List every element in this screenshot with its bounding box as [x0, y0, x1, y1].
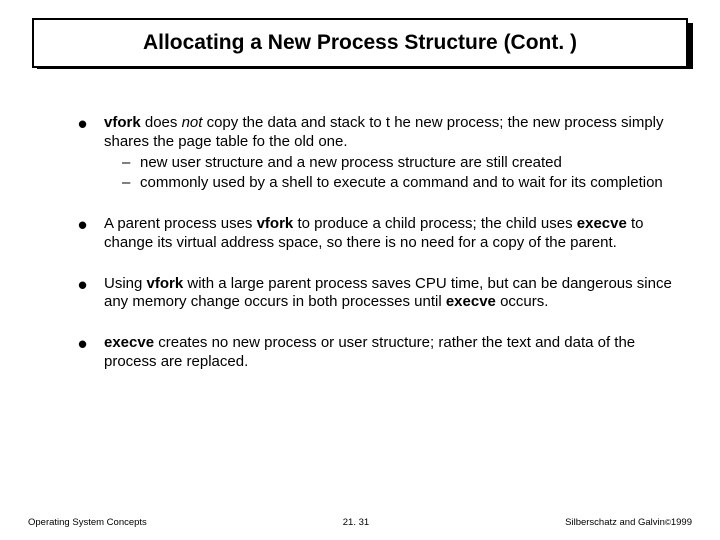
text: creates no new process or user structure… — [104, 334, 635, 370]
bullet-3: Using vfork with a large parent process … — [78, 275, 674, 313]
bullet-4: execve creates no new process or user st… — [78, 334, 674, 372]
text: Using — [104, 275, 147, 292]
sub-list: new user structure and a new process str… — [122, 154, 674, 194]
italic-not: not — [182, 114, 203, 131]
text: with a large parent process saves CPU ti… — [104, 275, 672, 311]
text: A parent process uses — [104, 215, 257, 232]
footer-left: Operating System Concepts — [28, 517, 147, 528]
title-box: Allocating a New Process Structure (Cont… — [32, 18, 688, 68]
footer: Operating System Concepts 21. 31 Silbers… — [28, 517, 692, 528]
content-area: vfork does not copy the data and stack t… — [78, 114, 674, 372]
footer-right: Silberschatz and Galvin©1999 — [565, 517, 692, 528]
footer-center: 21. 31 — [343, 517, 369, 528]
keyword-vfork: vfork — [104, 114, 141, 131]
keyword-vfork: vfork — [257, 215, 294, 232]
bullet-2: A parent process uses vfork to produce a… — [78, 215, 674, 253]
keyword-vfork: vfork — [147, 275, 184, 292]
text: occurs. — [496, 293, 549, 310]
sub-bullet: commonly used by a shell to execute a co… — [122, 174, 674, 193]
slide-title: Allocating a New Process Structure (Cont… — [143, 31, 577, 55]
slide: Allocating a New Process Structure (Cont… — [0, 0, 720, 540]
text: does — [141, 114, 182, 131]
keyword-execve: execve — [446, 293, 496, 310]
keyword-execve: execve — [577, 215, 627, 232]
footer-authors: Silberschatz and Galvin — [565, 517, 665, 528]
bullet-1: vfork does not copy the data and stack t… — [78, 114, 674, 193]
sub-bullet: new user structure and a new process str… — [122, 154, 674, 173]
footer-year: 1999 — [671, 517, 692, 528]
title-container: Allocating a New Process Structure (Cont… — [32, 18, 688, 68]
bullet-list: vfork does not copy the data and stack t… — [78, 114, 674, 372]
keyword-execve: execve — [104, 334, 154, 351]
text: to produce a child process; the child us… — [293, 215, 577, 232]
